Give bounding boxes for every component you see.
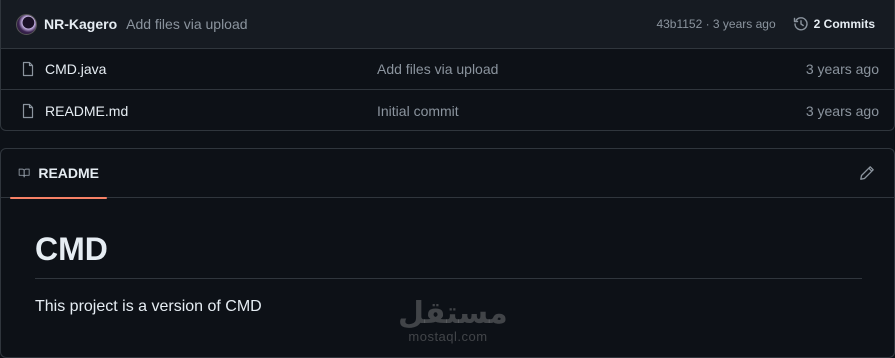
file-name-link[interactable]: README.md	[45, 103, 377, 119]
commit-author-link[interactable]: NR-Kagero	[44, 16, 117, 32]
tab-readme[interactable]: README	[1, 149, 107, 199]
commits-history-link[interactable]: 2 Commits	[793, 16, 875, 32]
file-commit-age: 3 years ago	[805, 102, 879, 119]
commit-hash-time[interactable]: 43b1152 · 3 years ago	[656, 17, 775, 31]
tab-readme-label: README	[38, 165, 99, 181]
latest-commit-bar: NR-Kagero Add files via upload 43b1152 ·…	[1, 0, 894, 49]
commits-count-label: 2 Commits	[813, 17, 875, 31]
file-commit-age: 3 years ago	[805, 61, 879, 77]
readme-content: CMD This project is a version of CMD	[1, 198, 894, 316]
history-icon	[793, 17, 808, 31]
file-browser: NR-Kagero Add files via upload 43b1152 ·…	[0, 0, 895, 131]
commit-message-link[interactable]: Add files via upload	[126, 16, 247, 32]
book-icon	[18, 168, 30, 178]
file-commit-message-link[interactable]: Initial commit	[377, 103, 806, 119]
file-name-link[interactable]: CMD.java	[45, 61, 377, 77]
readme-heading: CMD	[35, 198, 862, 279]
readme-paragraph: This project is a version of CMD	[35, 298, 262, 315]
file-row[interactable]: README.md Initial commit 3 years ago	[1, 90, 894, 131]
file-row[interactable]: CMD.java Add files via upload 3 years ag…	[1, 49, 894, 90]
edit-pencil-icon[interactable]	[859, 165, 875, 181]
file-icon	[22, 61, 34, 77]
author-avatar[interactable]	[16, 13, 37, 35]
file-icon	[22, 103, 34, 118]
readme-header: README	[1, 149, 894, 199]
readme-panel: README CMD This project is a version of …	[0, 148, 895, 358]
file-commit-message-link[interactable]: Add files via upload	[377, 61, 806, 77]
